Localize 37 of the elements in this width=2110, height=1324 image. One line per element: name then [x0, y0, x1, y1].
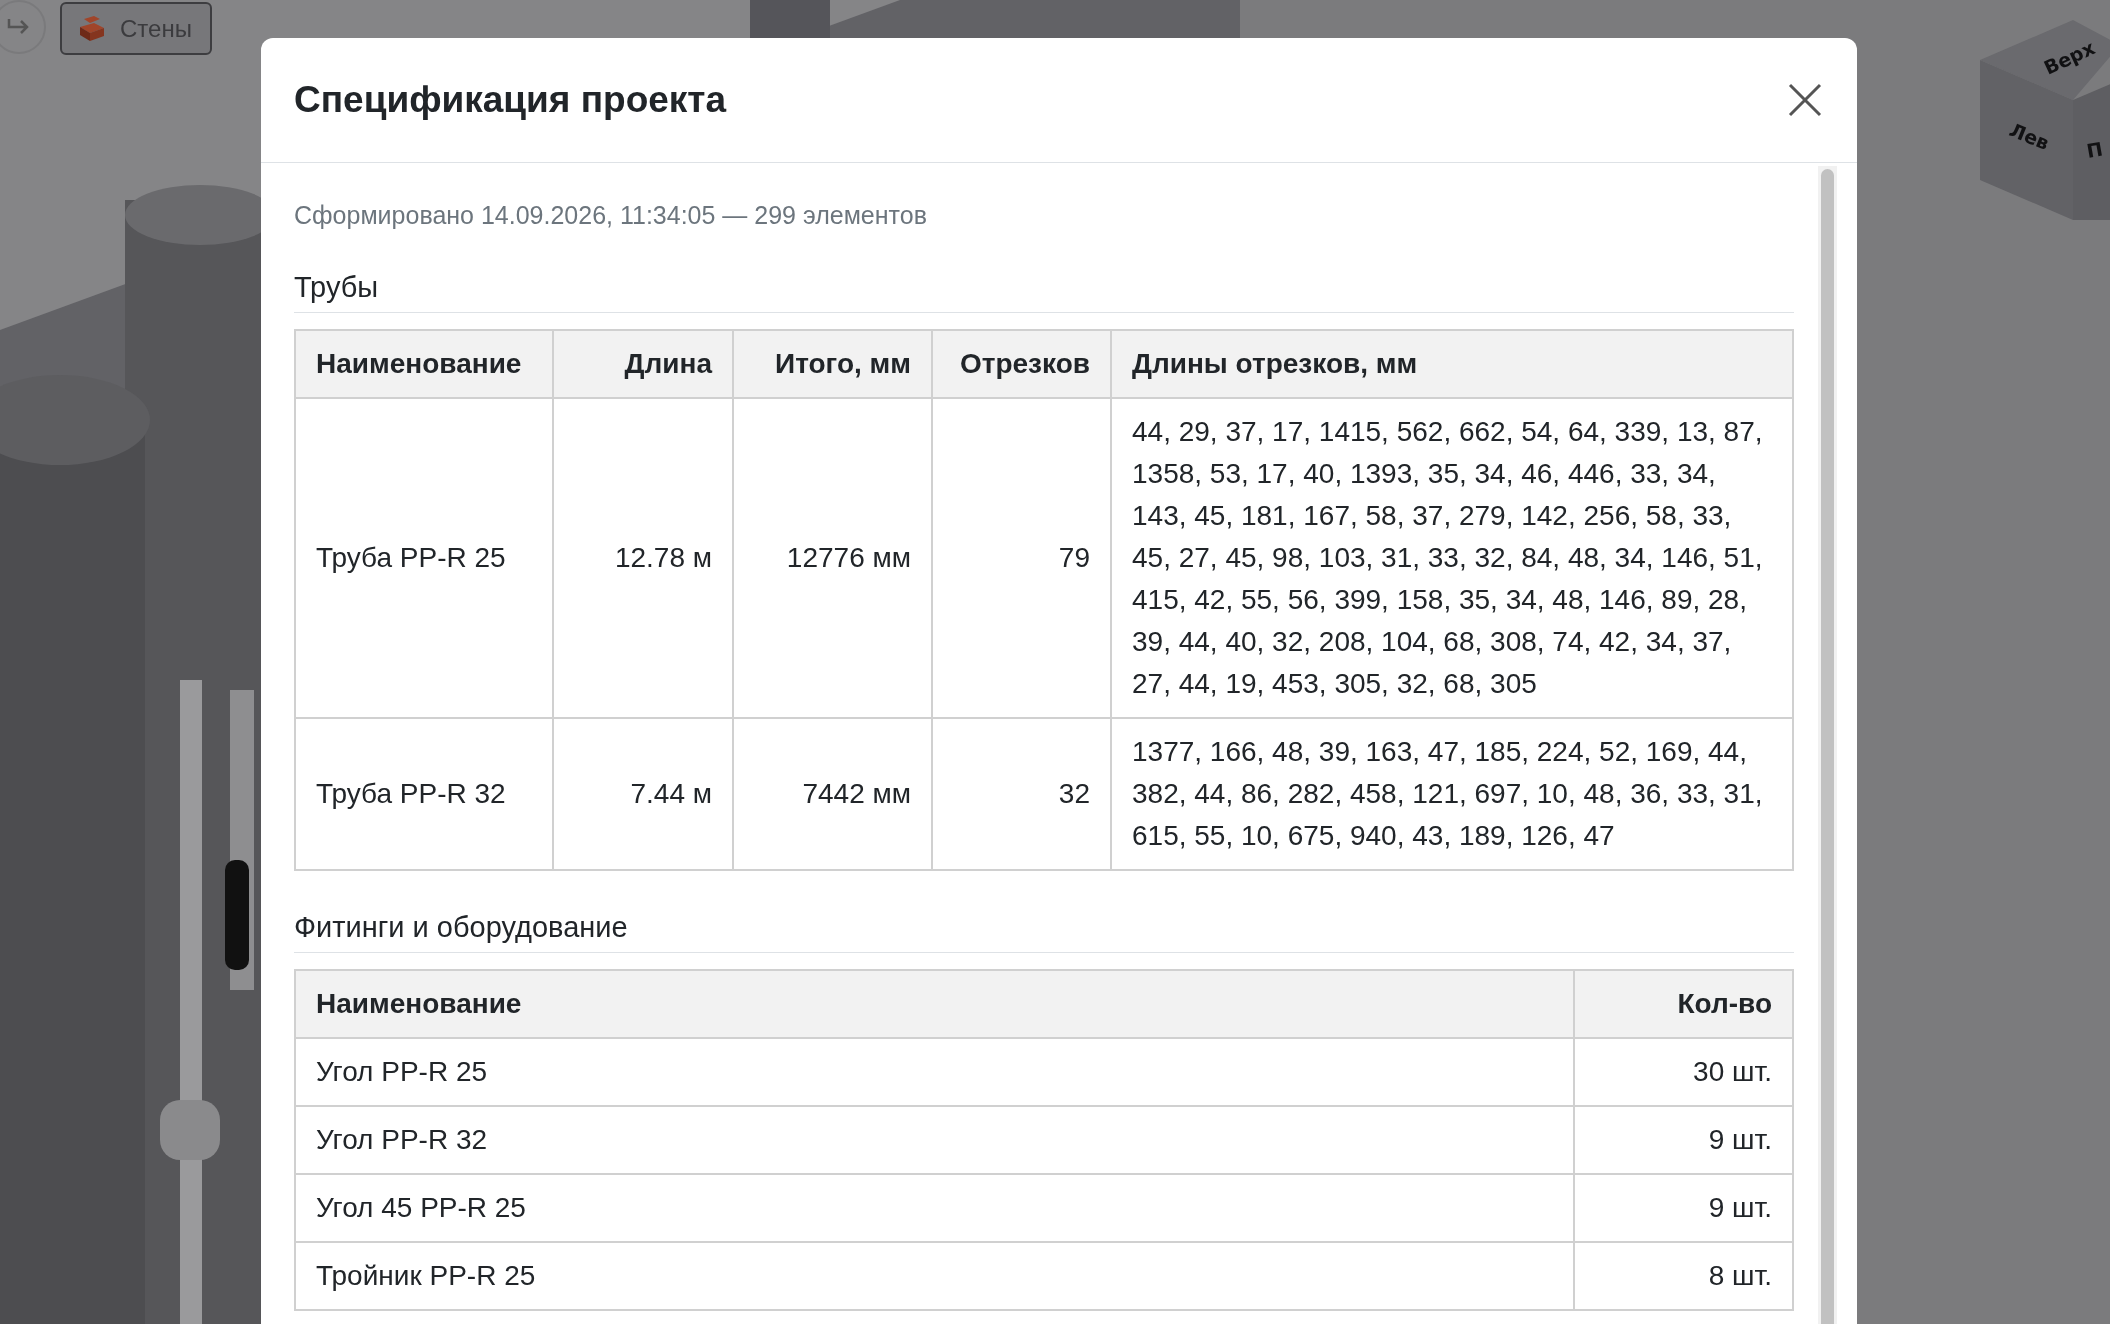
column-header: Наименование	[295, 330, 553, 398]
cube-face-label: П	[2084, 137, 2105, 162]
table-cell: 12776 мм	[733, 398, 932, 718]
scrollbar[interactable]	[1818, 166, 1837, 1324]
column-header: Длины отрезков, мм	[1111, 330, 1793, 398]
column-header: Отрезков	[932, 330, 1111, 398]
section-title: Трубы	[294, 269, 1794, 313]
table-cell: 79	[932, 398, 1111, 718]
walls-button[interactable]: Стены	[60, 2, 212, 55]
table-cell: Тройник PP-R 25	[295, 1242, 1574, 1310]
table-cell: Угол PP-R 32	[295, 1106, 1574, 1174]
table-cell: 30 шт.	[1574, 1038, 1793, 1106]
table-cell: 8 шт.	[1574, 1242, 1793, 1310]
table-cell: 32	[932, 718, 1111, 870]
table-cell: Угол PP-R 25	[295, 1038, 1574, 1106]
close-icon	[1787, 82, 1823, 118]
table-cell: 44, 29, 37, 17, 1415, 562, 662, 54, 64, 339, 13, 87, 1358, 53, 17, 40, 1393, 35, 34, 46, 446, 33, 34, 143, 45, 181, 167, 58, 37, 279, 142, 256, 58, 33, 45, 27, 45, 98, 103, 31, 33, 32, 84, 48, 34, 146, 51, 415, 42, 55, 56, 399, 158, 35, 34, 48, 146, 89, 28, 39, 44, 40, 32, 208, 104, 68, 308, 74, 42, 34, 37, 27, 44, 19, 453, 305, 32, 68, 305	[1111, 398, 1793, 718]
table-cell: 1377, 166, 48, 39, 163, 47, 185, 224, 52, 169, 44, 382, 44, 86, 282, 458, 121, 697, 10, 48, 36, 33, 31, 615, 55, 10, 675, 940, 43, 189, 126, 47	[1111, 718, 1793, 870]
cube-face-label: Лев	[2006, 118, 2053, 154]
section-title: Фитинги и оборудование	[294, 909, 1794, 953]
column-header: Длина	[553, 330, 733, 398]
table-cell: 9 шт.	[1574, 1174, 1793, 1242]
table-cell: 12.78 м	[553, 398, 733, 718]
table-cell: Угол 45 PP-R 25	[295, 1174, 1574, 1242]
dialog-title: Спецификация проекта	[294, 79, 727, 121]
column-header: Итого, мм	[733, 330, 932, 398]
table-cell: Труба PP-R 32	[295, 718, 553, 870]
table-cell: Труба PP-R 25	[295, 398, 553, 718]
column-header: Наименование	[295, 970, 1574, 1038]
cube-face-label: Верх	[2040, 36, 2098, 79]
undo-button[interactable]	[0, 0, 46, 54]
table-cell: 7442 мм	[733, 718, 932, 870]
view-cube[interactable]: Верх Лев П	[1970, 0, 2110, 230]
column-header: Кол-во	[1574, 970, 1793, 1038]
generated-info: Сформировано 14.09.2026, 11:34:05 — 299 элементов	[294, 200, 928, 231]
table-cell: 9 шт.	[1574, 1106, 1793, 1174]
table-cell: 7.44 м	[553, 718, 733, 870]
